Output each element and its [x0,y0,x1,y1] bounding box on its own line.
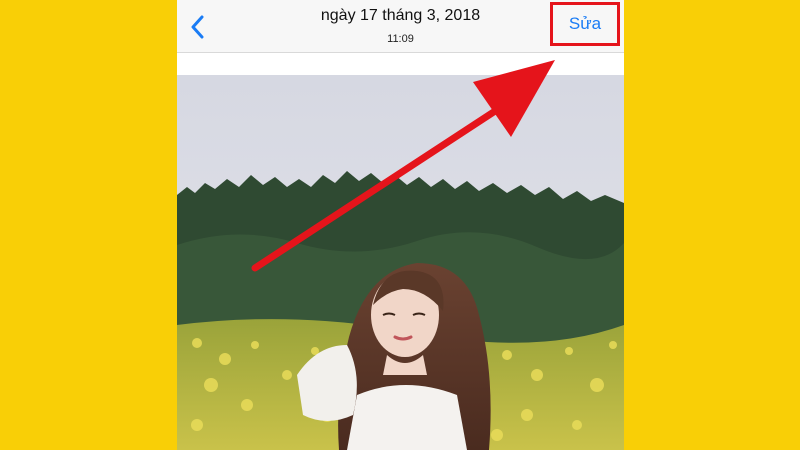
photo-viewer-screen: ngày 17 tháng 3, 2018 11:09 Sửa [177,0,624,450]
chevron-left-icon [191,15,204,39]
navigation-bar: ngày 17 tháng 3, 2018 11:09 Sửa [177,0,624,53]
spacer [177,53,624,75]
back-button[interactable] [183,12,211,42]
edit-button[interactable]: Sửa [550,2,620,46]
photo-time: 11:09 [387,33,414,45]
photo[interactable] [177,75,624,450]
photo-image [177,75,624,450]
photo-date: ngày 17 tháng 3, 2018 [320,7,481,24]
photo-title: ngày 17 tháng 3, 2018 11:09 [257,6,544,47]
